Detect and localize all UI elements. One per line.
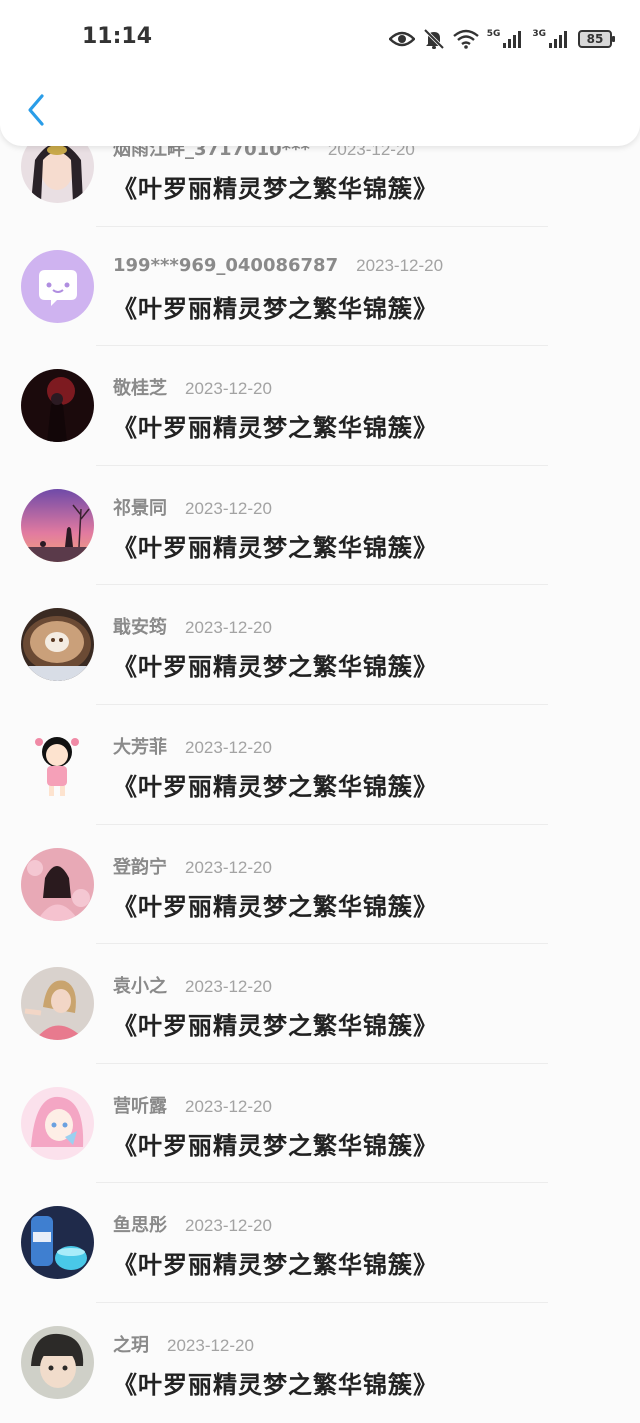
avatar[interactable] bbox=[21, 369, 94, 443]
username: 大芳菲 bbox=[113, 736, 167, 758]
avatar[interactable] bbox=[21, 1325, 94, 1399]
comment-title: 《叶罗丽精灵梦之繁华锦簇》 bbox=[113, 1370, 438, 1399]
comment-meta: 之玥 2023-12-20 bbox=[113, 1331, 254, 1357]
status-time: 11:14 bbox=[82, 24, 153, 49]
comment-title: 《叶罗丽精灵梦之繁华锦簇》 bbox=[113, 294, 438, 323]
top-bar: 11:14 5G 3G 85 bbox=[0, 0, 640, 146]
comment-date: 2023-12-20 bbox=[185, 618, 272, 638]
comment-title: 《叶罗丽精灵梦之繁华锦簇》 bbox=[113, 892, 438, 921]
comment-title: 《叶罗丽精灵梦之繁华锦簇》 bbox=[113, 653, 438, 682]
comment-meta: 戢安筠 2023-12-20 bbox=[113, 613, 272, 639]
eye-icon bbox=[388, 30, 415, 48]
network-label: 3G bbox=[532, 29, 546, 39]
comment-meta: 鱼思彤 2023-12-20 bbox=[113, 1211, 272, 1237]
bell-muted-icon bbox=[423, 28, 445, 50]
battery-level: 85 bbox=[586, 32, 604, 46]
signal-icon bbox=[548, 29, 570, 49]
comment-meta: 登韵宁 2023-12-20 bbox=[113, 853, 272, 879]
battery-icon: 85 bbox=[578, 30, 615, 48]
comment-title: 《叶罗丽精灵梦之繁华锦簇》 bbox=[113, 175, 438, 203]
comment-date: 2023-12-20 bbox=[185, 857, 272, 877]
signal-icon bbox=[502, 29, 524, 49]
comment-date: 2023-12-20 bbox=[185, 498, 272, 518]
username: 营听露 bbox=[113, 1095, 167, 1117]
list-item[interactable]: 戢安筠 2023-12-20 《叶罗丽精灵梦之繁华锦簇》 bbox=[0, 585, 640, 705]
avatar[interactable] bbox=[21, 967, 94, 1041]
username: 祁景同 bbox=[113, 497, 167, 519]
comment-date: 2023-12-20 bbox=[356, 255, 444, 275]
username: 199***969_040086787 bbox=[113, 254, 339, 276]
username: 登韵宁 bbox=[113, 856, 167, 878]
username: 敬桂芝 bbox=[113, 378, 167, 400]
avatar[interactable] bbox=[21, 1086, 94, 1160]
comment-title: 《叶罗丽精灵梦之繁华锦簇》 bbox=[113, 533, 438, 562]
comment-title: 《叶罗丽精灵梦之繁华锦簇》 bbox=[113, 772, 438, 801]
avatar[interactable] bbox=[21, 1206, 94, 1280]
comment-list: 烟雨江畔_3717010*** 2023-12-20 《叶罗丽精灵梦之繁华锦簇》… bbox=[0, 107, 640, 1423]
avatar[interactable] bbox=[21, 608, 94, 682]
list-item[interactable]: 袁小之 2023-12-20 《叶罗丽精灵梦之繁华锦簇》 bbox=[0, 944, 640, 1064]
comment-title: 《叶罗丽精灵梦之繁华锦簇》 bbox=[113, 1251, 438, 1280]
list-item[interactable]: 之玥 2023-12-20 《叶罗丽精灵梦之繁华锦簇》 bbox=[0, 1303, 640, 1423]
comment-date: 2023-12-20 bbox=[185, 379, 272, 399]
list-item[interactable]: 祁景同 2023-12-20 《叶罗丽精灵梦之繁华锦簇》 bbox=[0, 466, 640, 586]
wifi-icon bbox=[452, 29, 479, 49]
comment-title: 《叶罗丽精灵梦之繁华锦簇》 bbox=[113, 1012, 438, 1041]
username: 戢安筠 bbox=[113, 617, 167, 639]
list-item[interactable]: 敬桂芝 2023-12-20 《叶罗丽精灵梦之繁华锦簇》 bbox=[0, 346, 640, 466]
comment-date: 2023-12-20 bbox=[167, 1335, 254, 1355]
username: 鱼思彤 bbox=[113, 1215, 167, 1237]
list-item[interactable]: 199***969_040086787 2023-12-20 《叶罗丽精灵梦之繁… bbox=[0, 227, 640, 347]
avatar[interactable] bbox=[21, 249, 94, 323]
comment-meta: 营听露 2023-12-20 bbox=[113, 1092, 272, 1118]
comment-date: 2023-12-20 bbox=[185, 977, 272, 997]
comment-meta: 敬桂芝 2023-12-20 bbox=[113, 374, 272, 400]
network-label: 5G bbox=[486, 29, 501, 39]
status-icons: 5G 3G 85 bbox=[388, 26, 615, 52]
avatar[interactable] bbox=[21, 488, 94, 562]
list-item[interactable]: 营听露 2023-12-20 《叶罗丽精灵梦之繁华锦簇》 bbox=[0, 1064, 640, 1184]
list-item[interactable]: 鱼思彤 2023-12-20 《叶罗丽精灵梦之繁华锦簇》 bbox=[0, 1183, 640, 1303]
username: 之玥 bbox=[113, 1334, 149, 1356]
username: 袁小之 bbox=[113, 976, 167, 998]
comment-title: 《叶罗丽精灵梦之繁华锦簇》 bbox=[113, 1131, 438, 1160]
comment-meta: 大芳菲 2023-12-20 bbox=[113, 733, 272, 759]
comment-meta: 祁景同 2023-12-20 bbox=[113, 494, 272, 520]
comment-meta: 199***969_040086787 2023-12-20 bbox=[113, 255, 443, 276]
comment-date: 2023-12-20 bbox=[185, 1216, 272, 1236]
avatar[interactable] bbox=[21, 847, 94, 921]
list-item[interactable]: 大芳菲 2023-12-20 《叶罗丽精灵梦之繁华锦簇》 bbox=[0, 705, 640, 825]
avatar[interactable] bbox=[21, 727, 94, 801]
back-button[interactable] bbox=[16, 88, 56, 132]
comment-meta: 袁小之 2023-12-20 bbox=[113, 972, 272, 998]
comment-date: 2023-12-20 bbox=[185, 737, 272, 757]
comment-date: 2023-12-20 bbox=[185, 1096, 272, 1116]
list-item[interactable]: 登韵宁 2023-12-20 《叶罗丽精灵梦之繁华锦簇》 bbox=[0, 825, 640, 945]
comment-title: 《叶罗丽精灵梦之繁华锦簇》 bbox=[113, 414, 438, 443]
chevron-left-icon bbox=[28, 94, 44, 126]
